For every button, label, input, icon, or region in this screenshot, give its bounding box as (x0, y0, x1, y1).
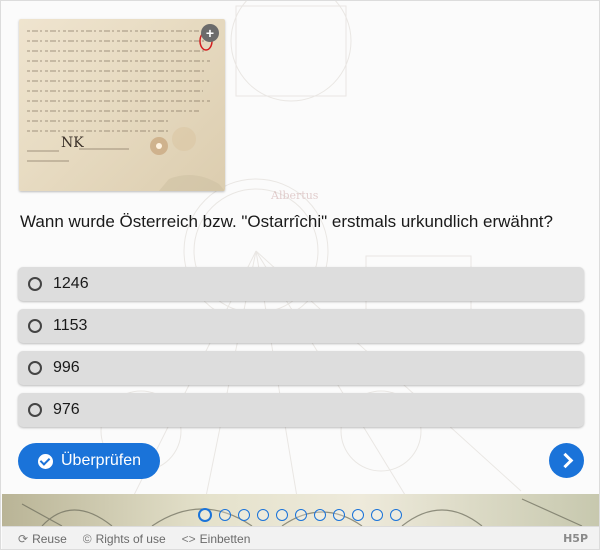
reuse-button[interactable]: ⟳ Reuse (18, 532, 67, 546)
code-icon: <> (181, 531, 196, 546)
embed-button[interactable]: <> Einbetten (182, 532, 251, 546)
question-text: Wann wurde Österreich bzw. "Ostarrîchi" … (20, 212, 553, 231)
progress-dot-5[interactable] (276, 509, 288, 521)
reuse-label: Reuse (32, 531, 67, 546)
rights-label: Rights of use (95, 531, 166, 546)
progress-dot-11[interactable] (390, 509, 402, 521)
radio-icon (28, 319, 42, 333)
progress-dot-1[interactable] (198, 508, 212, 522)
reuse-icon: ⟳ (18, 531, 29, 546)
plus-icon: + (205, 25, 215, 41)
progress-dot-2[interactable] (219, 509, 231, 521)
progress-dot-3[interactable] (238, 509, 250, 521)
answer-option-3[interactable]: 996 (18, 351, 584, 385)
check-circle-icon (38, 453, 53, 469)
answer-option-1[interactable]: 1246 (18, 267, 584, 301)
progress-dot-9[interactable] (352, 509, 364, 521)
check-button[interactable]: Überprüfen (18, 443, 160, 479)
radio-icon (28, 403, 42, 417)
next-button[interactable] (549, 443, 584, 478)
progress-dot-7[interactable] (314, 509, 326, 521)
progress-dot-6[interactable] (295, 509, 307, 521)
h5p-logo[interactable]: H5P (563, 532, 588, 545)
quiz-slide: ΝΚ + Wann wurde Österreich bzw. "Ostarrî… (1, 1, 599, 494)
h5p-frame: Albertus ΝΚ + Wann wurde Österreich bzw.… (0, 0, 600, 550)
svg-text:ΝΚ: ΝΚ (61, 135, 84, 151)
progress-dot-4[interactable] (257, 509, 269, 521)
embed-label: Einbetten (199, 531, 251, 546)
rights-of-use-button[interactable]: © Rights of use (83, 532, 166, 546)
radio-icon (28, 361, 42, 375)
progress-dot-8[interactable] (333, 509, 345, 521)
answer-label: 976 (53, 401, 80, 418)
copyright-icon: © (82, 531, 92, 546)
answer-label: 1246 (53, 275, 89, 292)
answer-list: 1246 1153 996 976 (18, 267, 584, 435)
answer-label: 996 (53, 359, 80, 376)
answer-label: 1153 (53, 317, 88, 334)
charter-image[interactable]: ΝΚ (19, 19, 225, 191)
progress-dots (198, 508, 402, 522)
check-button-label: Überprüfen (61, 452, 142, 469)
footer-bar: ⟳ Reuse © Rights of use <> Einbetten H5P (2, 526, 599, 549)
progress-dot-10[interactable] (371, 509, 383, 521)
radio-icon (28, 277, 42, 291)
zoom-button[interactable]: + (201, 24, 219, 42)
manuscript-drawing: ΝΚ (27, 30, 225, 191)
answer-option-2[interactable]: 1153 (18, 309, 584, 343)
answer-option-4[interactable]: 976 (18, 393, 584, 427)
